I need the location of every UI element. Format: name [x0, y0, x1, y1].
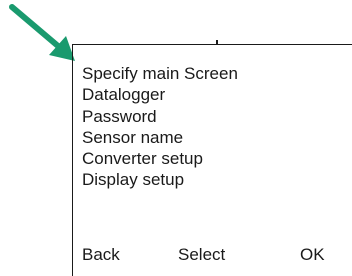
- menu-list: Specify main Screen Datalogger Password …: [82, 63, 238, 191]
- softkey-bar: Back Select OK: [72, 244, 352, 266]
- panel-left-border: [72, 44, 73, 276]
- menu-item-datalogger[interactable]: Datalogger: [82, 84, 238, 105]
- menu-item-password[interactable]: Password: [82, 106, 238, 127]
- ok-softkey[interactable]: OK: [300, 244, 325, 266]
- menu-item-display-setup[interactable]: Display setup: [82, 169, 238, 190]
- panel-top-border: [72, 44, 352, 45]
- menu-panel: Specify main Screen Datalogger Password …: [72, 40, 352, 276]
- menu-item-converter-setup[interactable]: Converter setup: [82, 148, 238, 169]
- menu-item-sensor-name[interactable]: Sensor name: [82, 127, 238, 148]
- panel-tick-mark: [216, 40, 218, 44]
- back-softkey[interactable]: Back: [82, 244, 120, 266]
- select-softkey[interactable]: Select: [178, 244, 225, 266]
- menu-item-specify-main-screen[interactable]: Specify main Screen: [82, 63, 238, 84]
